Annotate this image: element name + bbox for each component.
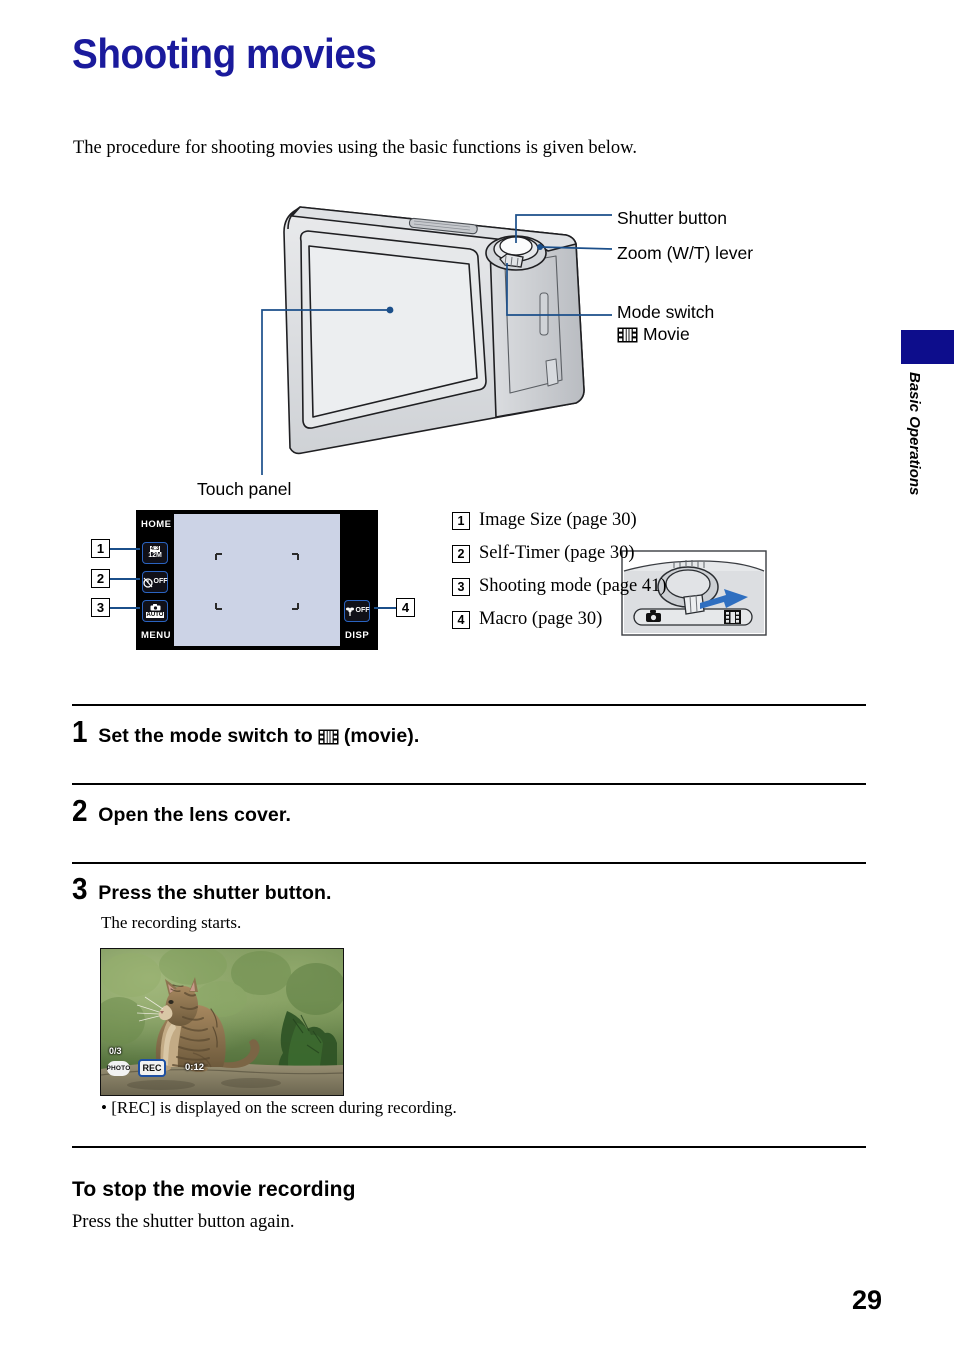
page-title: Shooting movies [72, 30, 377, 77]
key-label: Image Size (page 30) [479, 510, 637, 530]
key-list-item: 2 Self-Timer (page 30) [452, 537, 667, 570]
callout-number-1: 1 [91, 539, 110, 558]
step-2: 2 Open the lens cover. [72, 795, 291, 827]
self-timer-value: OFF [153, 578, 168, 585]
step-divider [72, 704, 866, 707]
label-mode-switch: Mode switch [617, 302, 715, 322]
step-3-bullet: • [REC] is displayed on the screen durin… [101, 1098, 457, 1117]
macro-icon-button[interactable]: OFF [344, 600, 370, 622]
step-1: 1 Set the mode switch to (movie). [72, 716, 419, 748]
key-number: 4 [452, 610, 470, 629]
lcd-live-view-area [174, 514, 340, 646]
macro-flower-icon [345, 607, 354, 616]
label-movie-text: Movie [643, 324, 690, 344]
callout-leader-2 [110, 578, 140, 580]
recording-screen-photo: 0/3 PHOTO REC 0:12 [100, 948, 344, 1096]
label-zoom-lever: Zoom (W/T) lever [617, 243, 754, 263]
camera-icon [150, 603, 160, 611]
label-touch-panel: Touch panel [197, 479, 292, 499]
photo-button-overlay[interactable]: PHOTO [107, 1061, 130, 1076]
step-3-text: Press the shutter button. [98, 882, 332, 904]
self-timer-icon-button[interactable]: OFF [142, 571, 168, 593]
key-list-item: 4 Macro (page 30) [452, 603, 667, 636]
callout-leader-3 [110, 607, 140, 609]
rec-indicator-overlay: REC [138, 1059, 166, 1077]
callout-leader-4 [374, 607, 397, 609]
elapsed-time-overlay: 0:12 [185, 1062, 205, 1073]
callout-number-4: 4 [396, 598, 415, 617]
film-strip-icon [318, 729, 339, 745]
callout-number-3: 3 [91, 598, 110, 617]
stop-recording-heading: To stop the movie recording [72, 1178, 356, 1201]
step-3: 3 Press the shutter button. [72, 873, 332, 905]
step-divider [72, 783, 866, 786]
figure-key-list: 1 Image Size (page 30) 2 Self-Timer (pag… [452, 504, 667, 636]
step-2-text: Open the lens cover. [98, 804, 291, 826]
lcd-home-button[interactable]: HOME [141, 519, 172, 530]
image-size-icon-button[interactable]: 4:3 12M [142, 542, 168, 564]
page-number: 29 [851, 1285, 882, 1315]
key-number: 3 [452, 577, 470, 596]
stop-recording-body: Press the shutter button again. [72, 1212, 295, 1232]
callout-number-2: 2 [91, 569, 110, 588]
step-divider [72, 862, 866, 865]
step-1-text-after: (movie). [343, 725, 420, 747]
image-size-value: 12M [148, 552, 162, 560]
step-1-text-before: Set the mode switch to [98, 725, 313, 747]
film-strip-icon [617, 327, 638, 343]
self-timer-icon [142, 577, 153, 588]
callout-leader-1 [110, 548, 140, 550]
photo-counter-overlay: 0/3 [109, 1046, 122, 1056]
key-label: Self-Timer (page 30) [479, 543, 635, 563]
key-list-item: 1 Image Size (page 30) [452, 504, 667, 537]
step-1-number: 1 [72, 714, 88, 749]
key-label: Shooting mode (page 41) [479, 576, 667, 596]
label-movie: Movie [617, 324, 690, 345]
key-number: 2 [452, 544, 470, 563]
intro-paragraph: The procedure for shooting movies using … [73, 138, 637, 158]
af-frame-brackets [215, 553, 299, 610]
shooting-mode-value: AUTO [145, 611, 165, 619]
lcd-disp-button[interactable]: DISP [345, 630, 369, 641]
step-2-number: 2 [72, 793, 88, 828]
step-3-number: 3 [72, 871, 88, 906]
label-shutter-button: Shutter button [617, 208, 727, 228]
macro-value: OFF [355, 607, 370, 614]
key-label: Macro (page 30) [479, 609, 603, 629]
step-3-note: The recording starts. [101, 913, 242, 932]
section-divider [72, 1146, 866, 1149]
lcd-menu-button[interactable]: MENU [141, 630, 171, 641]
step-1-text: Set the mode switch to (movie). [98, 725, 419, 748]
shooting-mode-icon-button[interactable]: AUTO [142, 600, 168, 622]
key-list-item: 3 Shooting mode (page 41) [452, 570, 667, 603]
key-number: 1 [452, 511, 470, 530]
touch-panel-screen: HOME MENU DISP 4:3 12M OFF AUTO OFF [136, 510, 378, 650]
